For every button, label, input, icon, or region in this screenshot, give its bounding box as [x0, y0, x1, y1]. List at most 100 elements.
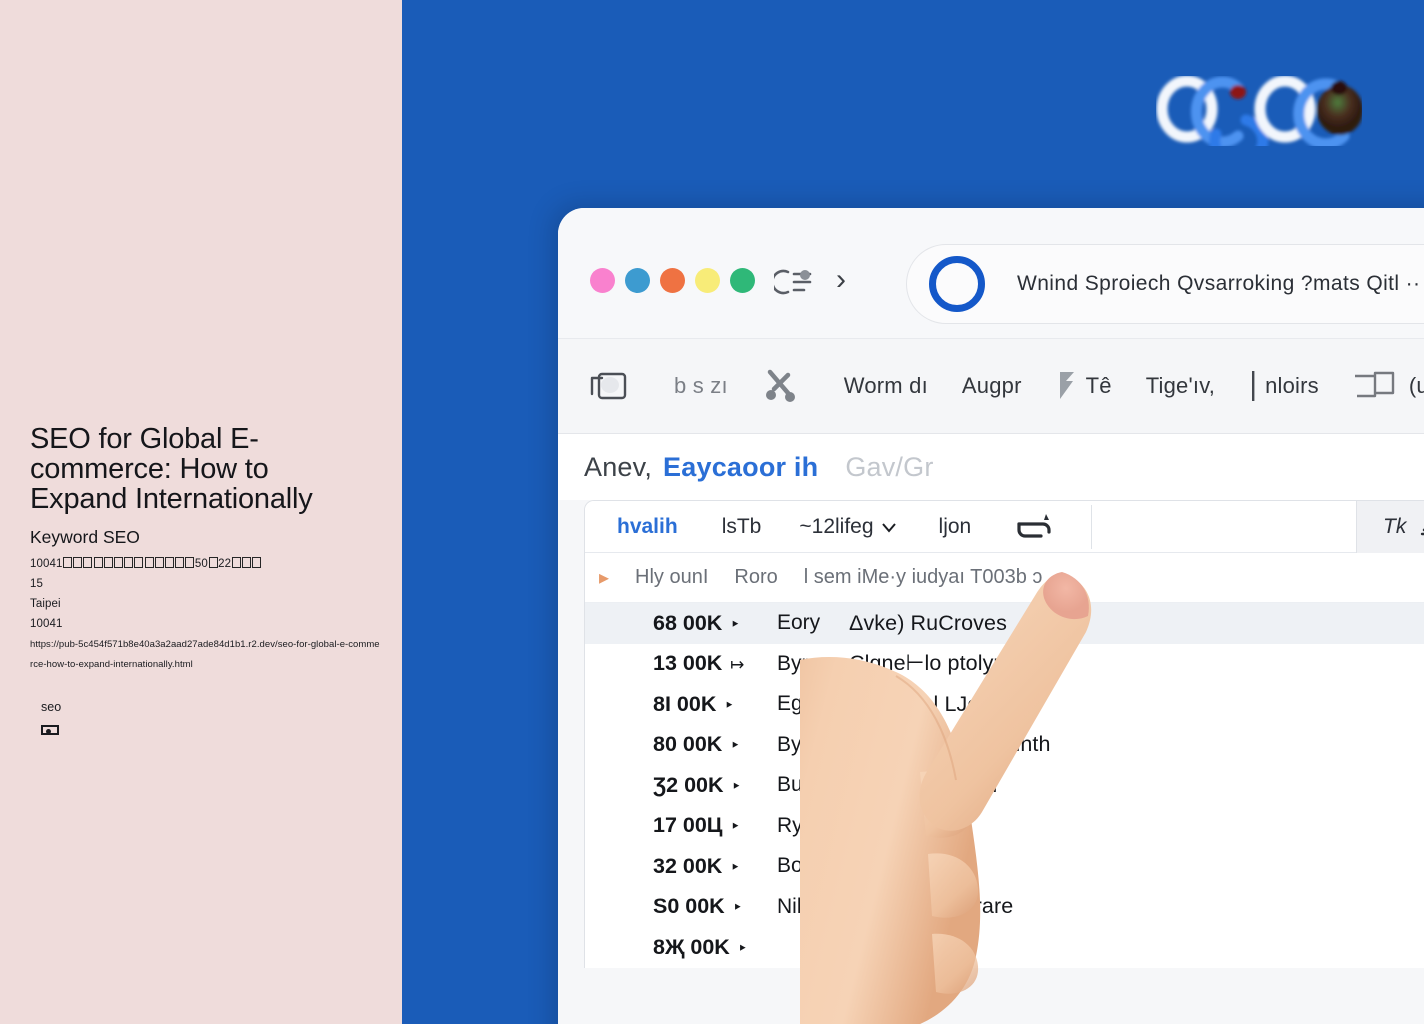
- cell-name[interactable]: Eowerave: [849, 854, 945, 879]
- toolbar-label: nloirs: [1265, 373, 1319, 398]
- toolbar-label: (ural: [1408, 373, 1424, 398]
- column-header-0[interactable]: Hly ounI: [635, 566, 708, 589]
- page-heading: Anev, Eaycaoor ih Gav/Gr: [558, 434, 1424, 500]
- article-url[interactable]: https://pub-5c454f571b8e40a3a2aad27ade84…: [30, 635, 382, 677]
- tofu-glyph: [185, 557, 195, 569]
- browser-toolbar: b s zı Worm dı Augpr Tê Tige'ıv, nloirs …: [558, 338, 1424, 434]
- trend-arrow-icon: ‣: [725, 736, 741, 756]
- toolbar-item-nloirs[interactable]: nloirs: [1249, 369, 1319, 403]
- table-row[interactable]: S0 00K ‣ Nillv OhrepemsTurare: [585, 886, 1424, 927]
- toolbar-item-worm[interactable]: Worm dı: [844, 373, 928, 399]
- meta-line-city: Taipei: [30, 598, 61, 610]
- cell-name[interactable]: Δvke) RuCroves: [849, 611, 1007, 636]
- traffic-light-pink-icon[interactable]: [590, 268, 615, 293]
- traffic-light-blue-icon[interactable]: [625, 268, 650, 293]
- tofu-glyph: [103, 557, 113, 569]
- slope-icon: [1421, 528, 1424, 536]
- bookmark-icon: [590, 372, 627, 400]
- layout-icon: [1354, 371, 1395, 398]
- tofu-glyph: [175, 557, 185, 569]
- toolbar-item-bookmark[interactable]: [586, 368, 640, 404]
- table-row[interactable]: 8Җ 00K ‣: [585, 927, 1424, 968]
- column-header-1[interactable]: Roro: [734, 566, 777, 589]
- forward-chevron-icon[interactable]: ›: [836, 264, 846, 296]
- cell-volume: Ʒ2 00K ‣: [653, 772, 742, 797]
- cell-name[interactable]: Cllarsinal LJeper: [849, 692, 1011, 717]
- filter-tab-active[interactable]: hvalih: [617, 515, 678, 539]
- site-indicator-icon: [929, 256, 985, 312]
- meta-line-postcode: 10041: [30, 617, 63, 630]
- table-row[interactable]: 32 00K ‣ Bory Eowerave: [585, 846, 1424, 887]
- traffic-light-green-icon[interactable]: [730, 268, 755, 293]
- cell-code: Egry: [777, 692, 821, 716]
- table-row[interactable]: 80 00K ‣ Bylʒ PonwԵ.Caurapednth: [585, 724, 1424, 765]
- traffic-light-orange-icon[interactable]: [660, 268, 685, 293]
- cell-volume: 17 00Ц ‣: [653, 813, 741, 838]
- cell-name[interactable]: Єhalfowigrosxn: [849, 773, 997, 798]
- cell-volume: 13 00K ↦: [653, 651, 745, 676]
- toolbar-item-tigev[interactable]: Tige'ıv,: [1146, 373, 1215, 399]
- meta-mid: 50: [194, 558, 208, 571]
- tofu-glyph: [144, 557, 154, 569]
- traffic-light-yellow-icon[interactable]: [695, 268, 720, 293]
- trend-arrow-icon: ‣: [725, 857, 741, 877]
- table-row[interactable]: 17 00Ц ‣ Rylʒ Dɑlywo: [585, 805, 1424, 846]
- tofu-glyph: [208, 557, 218, 569]
- reply-arrow-icon[interactable]: [1013, 510, 1057, 544]
- results-table-body: 68 00K ‣ Eory Δvke) RuCroves 13 00K ↦ Byrʒ Cl…: [585, 603, 1424, 968]
- cell-volume: 32 00K ‣: [653, 853, 741, 878]
- cell-volume: S0 00K ‣: [653, 894, 743, 919]
- table-row[interactable]: Ʒ2 00K ‣ Bury Єhalfowigrosxn: [585, 765, 1424, 806]
- toolbar-item-augpr[interactable]: Augpr: [962, 373, 1022, 399]
- filter-divider: [1091, 504, 1093, 549]
- article-subtitle: Keyword SEO: [30, 527, 140, 548]
- cell-code: Byrʒ: [777, 651, 820, 675]
- table-row[interactable]: 8I 00K ‣ Egry Cllarsinal LJeper: [585, 684, 1424, 725]
- heading-part-1: Anev,: [584, 451, 653, 482]
- tofu-glyph: [114, 557, 124, 569]
- toolbar-label: b s zı: [674, 373, 728, 398]
- scissors-icon: [765, 369, 795, 402]
- address-bar[interactable]: Wnind Sproiech Qvsarroking ?mats Qitl ··: [906, 244, 1424, 324]
- table-row[interactable]: 13 00K ↦ Byrʒ Clqne⊢lo ptolynrke: [585, 643, 1424, 684]
- cell-code: Rylʒ: [777, 813, 819, 837]
- tofu-glyph: [134, 557, 144, 569]
- cell-name[interactable]: Clqne⊢lo ptolynrke: [849, 651, 1036, 676]
- browser-titlebar: › Wnind Sproiech Qvsarroking ?mats Qitl …: [558, 208, 1424, 338]
- trend-arrow-icon: ‣: [732, 938, 748, 958]
- toolbar-label: Worm dı: [843, 373, 928, 398]
- filter-right-item-0[interactable]: Tk: [1383, 515, 1406, 539]
- screenshot-root: SEO for Global E-commerce: How to Expand…: [0, 0, 1424, 1024]
- filter-tab-3[interactable]: ljon: [939, 515, 972, 539]
- table-row[interactable]: 68 00K ‣ Eory Δvke) RuCroves: [585, 603, 1424, 644]
- heading-part-3: Gav/Gr: [845, 451, 934, 482]
- article-block: SEO for Global E-commerce: How to Expand…: [30, 424, 390, 676]
- back-arrow-icon[interactable]: [774, 266, 816, 298]
- tofu-glyph: [164, 557, 174, 569]
- toolbar-item-flag[interactable]: Tê: [1056, 369, 1112, 403]
- tag-block: seo: [41, 700, 61, 735]
- tofu-glyph: [252, 557, 262, 569]
- tofu-glyph: [231, 557, 241, 569]
- column-header-2[interactable]: l sem iMe·y iudyaı T003b ɔ: [804, 566, 1043, 589]
- toolbar-item-scissors[interactable]: [762, 367, 810, 405]
- left-article-panel: SEO for Global E-commerce: How to Expand…: [0, 0, 402, 1024]
- column-bullet-icon: ▸: [599, 567, 610, 589]
- toolbar-label: Tige'ıv,: [1145, 373, 1216, 398]
- toolbar-item-1[interactable]: b s zı: [674, 373, 728, 399]
- cell-name[interactable]: PonwԵ.Caurapednth: [849, 732, 1051, 757]
- cell-code: Bory: [777, 854, 821, 878]
- tag-label[interactable]: seo: [41, 700, 61, 714]
- cell-name[interactable]: OhrepemsTurare: [849, 894, 1013, 919]
- tofu-glyph: [63, 557, 73, 569]
- filter-tab-1[interactable]: lsTb: [722, 515, 762, 539]
- meta-mid2: 22: [218, 558, 232, 571]
- heading-part-2[interactable]: Eaycaoor ih: [663, 452, 818, 483]
- toolbar-item-ural[interactable]: (ural: [1353, 370, 1424, 402]
- column-header-row: ▸ Hly ounI Roro l sem iMe·y iudyaı T003b…: [585, 553, 1424, 603]
- address-bar-text[interactable]: Wnind Sproiech Qvsarroking ?mats Qitl ··: [1017, 272, 1420, 296]
- tag-icon: [41, 725, 59, 735]
- cell-name[interactable]: Dɑlywo: [849, 813, 920, 838]
- toolbar-label: Tê: [1085, 373, 1112, 398]
- filter-dropdown[interactable]: ~12lifeg: [799, 515, 896, 539]
